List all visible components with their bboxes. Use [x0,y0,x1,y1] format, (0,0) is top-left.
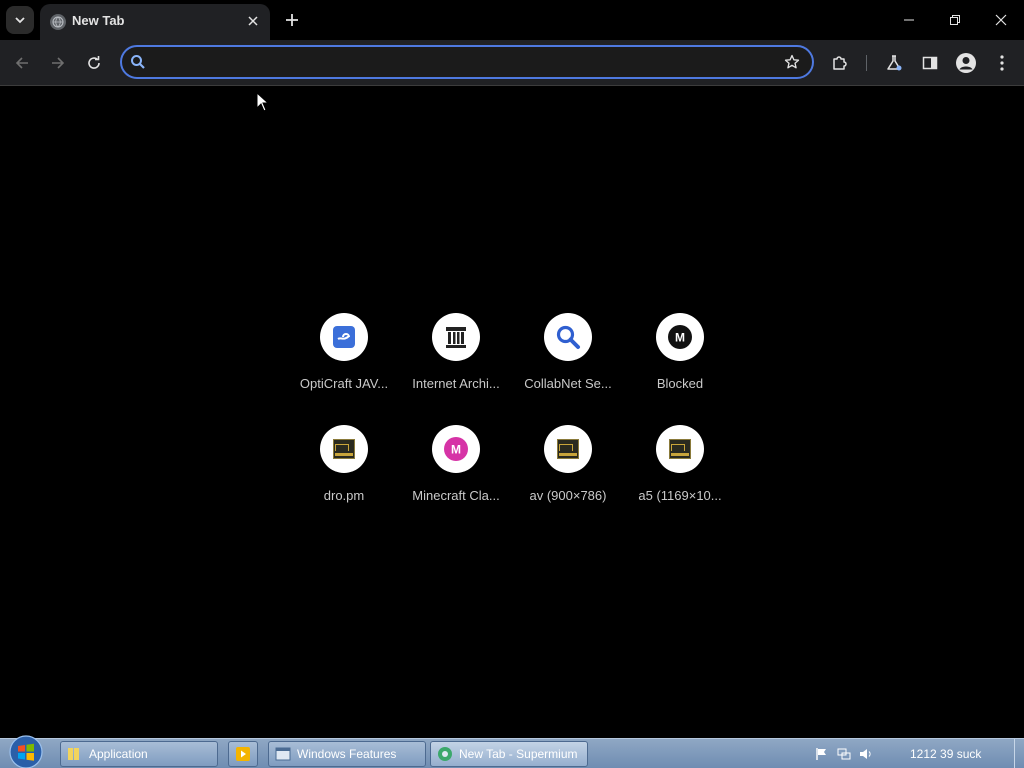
system-tray: 1212 39 suck [808,739,1024,768]
windows-logo-icon [9,735,43,768]
svg-text:M: M [675,331,685,345]
extensions-button[interactable] [828,51,852,75]
flag-icon[interactable] [814,746,830,762]
flask-icon [887,55,902,71]
shortcut-tile[interactable]: av (900×786) [512,412,624,524]
shortcut-tile[interactable]: CollabNet Se... [512,300,624,412]
globe-icon [50,14,66,30]
labs-button[interactable] [882,51,906,75]
shortcut-tile[interactable]: a5 (1169×10... [624,412,736,524]
restore-button[interactable] [932,0,978,40]
shortcut-label: CollabNet Se... [524,376,612,391]
address-input[interactable] [154,51,774,73]
side-panel-button[interactable] [918,51,942,75]
taskbar-clock[interactable]: 1212 39 suck [910,747,981,761]
plus-icon [286,14,298,26]
image-icon [656,425,704,473]
address-bar[interactable] [120,45,814,79]
taskbar-item-media[interactable] [228,741,258,767]
shortcut-tile[interactable]: dro.pm [288,412,400,524]
tab-strip: New Tab [0,0,1024,40]
close-tab-icon[interactable] [244,12,262,30]
shortcut-tile[interactable]: OptiCraft JAV... [288,300,400,412]
shortcut-label: dro.pm [323,488,365,503]
shortcut-label: Minecraft Cla... [412,488,500,503]
reload-icon [88,56,100,69]
image-icon [544,425,592,473]
avatar-icon [956,53,976,73]
network-icon[interactable] [836,746,852,762]
chevron-down-icon [15,17,25,24]
menu-button[interactable] [990,51,1014,75]
toolbar [0,40,1024,86]
start-button[interactable] [6,735,46,768]
side-panel-icon [922,56,938,70]
shortcut-label: av (900×786) [529,488,607,503]
media-player-icon [235,746,251,762]
back-button[interactable] [8,49,36,77]
forward-button[interactable] [44,49,72,77]
search-icon [544,313,592,361]
search-icon [128,52,148,72]
shortcut-tile[interactable]: M Blocked [624,300,736,412]
close-icon [995,14,1007,26]
window-icon [275,746,291,762]
opticraft-icon [320,313,368,361]
taskbar-item-browser[interactable]: New Tab - Supermium [430,741,588,767]
reload-button[interactable] [80,49,108,77]
taskbar: Application Windows Features New Tab - S… [0,735,1024,768]
profile-button[interactable] [954,51,978,75]
browser-icon [437,746,453,762]
bookmark-star-icon[interactable] [782,52,802,72]
m-black-icon: M [656,313,704,361]
active-tab[interactable]: New Tab [40,4,270,40]
minimize-icon [904,19,914,21]
m-pink-icon: M [432,425,480,473]
taskbar-item-label: New Tab - Supermium [459,747,578,761]
taskbar-item-windows-features[interactable]: Windows Features [268,741,426,767]
close-window-button[interactable] [978,0,1024,40]
taskbar-item-label: Application [89,747,148,761]
kebab-menu-icon [1000,55,1004,71]
shortcut-tile[interactable]: M Minecraft Cla... [400,412,512,524]
svg-text:M: M [451,443,461,457]
shortcut-tile[interactable]: Internet Archi... [400,300,512,412]
arrow-right-icon [52,57,65,69]
archive-icon [432,313,480,361]
taskbar-item-application[interactable]: Application [60,741,218,767]
shortcut-label: Internet Archi... [412,376,500,391]
puzzle-icon [833,56,847,70]
restore-icon [950,15,960,25]
mouse-cursor-icon [256,92,270,112]
volume-icon[interactable] [858,746,874,762]
show-desktop-button[interactable] [1014,739,1024,768]
tab-title: New Tab [72,13,125,28]
shortcut-label: Blocked [656,376,704,391]
toolbar-divider [866,55,867,71]
taskbar-item-label: Windows Features [297,747,397,761]
minimize-button[interactable] [886,0,932,40]
tab-search-button[interactable] [6,6,34,34]
shortcut-label: a5 (1169×10... [638,488,722,503]
new-tab-button[interactable] [280,8,304,32]
shortcut-label: OptiCraft JAV... [299,376,389,391]
folder-icon [67,746,83,762]
arrow-left-icon [15,57,28,69]
image-icon [320,425,368,473]
